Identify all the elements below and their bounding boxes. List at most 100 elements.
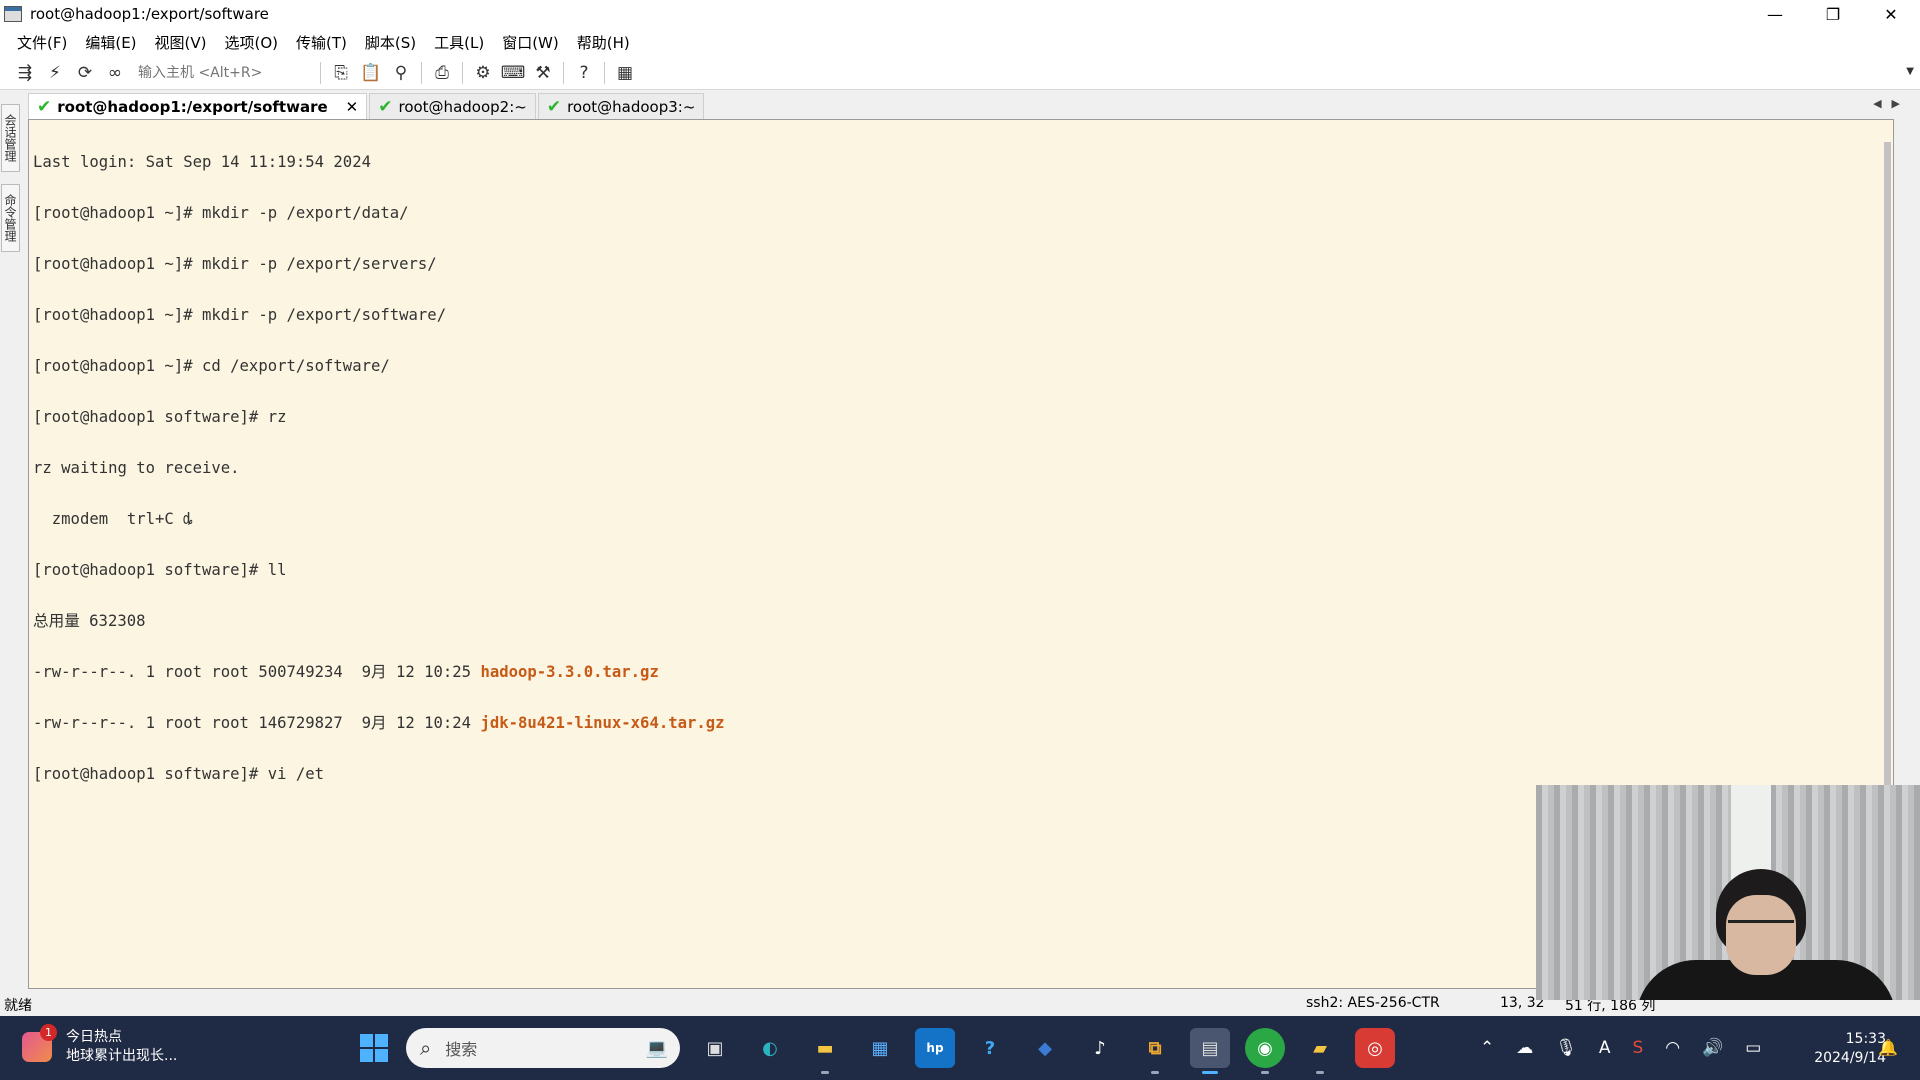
search-label: 搜索 bbox=[445, 1040, 478, 1059]
window-title: root@hadoop1:/export/software bbox=[30, 5, 269, 23]
notification-badge: 1 bbox=[40, 1024, 57, 1041]
webcam-overlay bbox=[1536, 785, 1920, 1000]
news-subtitle: 地球累计出现长... bbox=[66, 1048, 178, 1064]
quick-connect-icon[interactable]: ⚡ bbox=[43, 61, 67, 85]
session-manager-tab[interactable]: 会话管理 bbox=[1, 104, 20, 172]
wifi-icon[interactable]: ◠ bbox=[1665, 1038, 1680, 1058]
file-listing-row: -rw-r--r--. 1 root root 500749234 9月 12 … bbox=[33, 664, 1893, 681]
news-title: 今日热点 bbox=[66, 1029, 122, 1045]
menu-options[interactable]: 选项(O) bbox=[216, 32, 288, 53]
tab-label: root@hadoop3:~ bbox=[567, 97, 696, 116]
ime-icon[interactable]: A bbox=[1599, 1038, 1611, 1058]
settings-icon[interactable]: ⚙ bbox=[471, 61, 495, 85]
securecrt-icon[interactable]: ▤ bbox=[1190, 1028, 1230, 1074]
toolbar-divider bbox=[320, 61, 321, 84]
paste-icon[interactable]: 📋 bbox=[359, 61, 383, 85]
terminal-prompt-line: [root@hadoop1 software]# vi /et bbox=[33, 765, 325, 783]
menu-tools[interactable]: 工具(L) bbox=[425, 32, 493, 53]
taskbar-apps: ▣ ◐ ▬ ▦ hp ? ◆ ♪ ⧉ ▤ ◉ ▰ ◎ bbox=[695, 1028, 1410, 1074]
terminal-output: Last login: Sat Sep 14 11:19:54 2024 [ro… bbox=[29, 120, 1893, 817]
terminal-line: zmodem trl+C ȡ bbox=[33, 510, 193, 528]
news-text: 今日热点 地球累计出现长... bbox=[66, 1028, 177, 1066]
tab-scroll-arrows[interactable]: ◀▶ bbox=[1873, 97, 1910, 110]
menu-script[interactable]: 脚本(S) bbox=[356, 32, 425, 53]
file-meta: -rw-r--r--. 1 root root 146729827 9月 12 … bbox=[33, 714, 481, 732]
close-icon[interactable]: ✕ bbox=[346, 98, 359, 116]
tab-hadoop3[interactable]: ✔ root@hadoop3:~ bbox=[537, 93, 705, 119]
minimize-button[interactable]: — bbox=[1746, 0, 1804, 28]
status-ready: 就绪 bbox=[4, 998, 32, 1014]
clock-date: 2024/9/14 bbox=[1814, 1050, 1886, 1066]
map-icon[interactable]: ▦ bbox=[613, 61, 637, 85]
chevron-up-icon[interactable]: ⌃ bbox=[1480, 1038, 1494, 1058]
session-tabs: ✔ root@hadoop1:/export/software ✕ ✔ root… bbox=[28, 92, 1920, 119]
clock-time: 15:33 bbox=[1845, 1031, 1886, 1047]
app-icon bbox=[4, 6, 22, 22]
close-button[interactable]: ✕ bbox=[1862, 0, 1920, 28]
help-app-icon[interactable]: ? bbox=[970, 1028, 1010, 1068]
chrome-icon[interactable]: ◎ bbox=[1355, 1028, 1395, 1068]
edge-icon[interactable]: ◐ bbox=[750, 1028, 790, 1068]
copy-icon[interactable]: ⎘ bbox=[329, 61, 353, 85]
tab-hadoop1[interactable]: ✔ root@hadoop1:/export/software ✕ bbox=[28, 93, 368, 119]
tool-icon[interactable]: ⚒ bbox=[531, 61, 555, 85]
terminal-line: 总用量 632308 bbox=[33, 612, 146, 630]
print-icon[interactable]: ⎙ bbox=[430, 61, 454, 85]
find-icon[interactable]: ⚲ bbox=[389, 61, 413, 85]
toolbar-divider bbox=[563, 61, 564, 84]
terminal-line: [root@hadoop1 ~]# mkdir -p /export/data/ bbox=[33, 204, 409, 222]
file-meta: -rw-r--r--. 1 root root 500749234 9月 12 … bbox=[33, 663, 481, 681]
title-bar: root@hadoop1:/export/software — ❐ ✕ bbox=[0, 0, 1920, 28]
volume-icon[interactable]: 🔊 bbox=[1702, 1038, 1723, 1058]
menu-help[interactable]: 帮助(H) bbox=[568, 32, 639, 53]
menu-transfer[interactable]: 传输(T) bbox=[287, 32, 356, 53]
menu-edit[interactable]: 编辑(E) bbox=[76, 32, 145, 53]
news-icon: 1 bbox=[22, 1024, 57, 1062]
chevron-down-icon[interactable]: ▼ bbox=[1906, 66, 1914, 77]
notification-bell-icon[interactable]: 🔔 bbox=[1878, 1038, 1898, 1057]
tiktok-icon[interactable]: ♪ bbox=[1080, 1028, 1120, 1068]
file-listing-row: -rw-r--r--. 1 root root 146729827 9月 12 … bbox=[33, 715, 1893, 732]
host-input[interactable] bbox=[136, 60, 315, 85]
folder-icon[interactable]: ▰ bbox=[1300, 1028, 1340, 1074]
taskbar-search[interactable]: ⌕ 搜索 💻 bbox=[406, 1028, 680, 1068]
terminal-line: [root@hadoop1 ~]# mkdir -p /export/softw… bbox=[33, 306, 447, 324]
terminal-line: Last login: Sat Sep 14 11:19:54 2024 bbox=[33, 153, 371, 171]
help-icon[interactable]: ? bbox=[572, 61, 596, 85]
menu-bar: 文件(F) 编辑(E) 视图(V) 选项(O) 传输(T) 脚本(S) 工具(L… bbox=[0, 28, 1920, 56]
store-icon[interactable]: ▦ bbox=[860, 1028, 900, 1068]
toolbar: ⇶ ⚡ ⟳ ∞ ⎘ 📋 ⚲ ⎙ ⚙ ⌨ ⚒ ? ▦ ▼ bbox=[0, 56, 1920, 90]
explorer-icon[interactable]: ▬ bbox=[805, 1028, 845, 1074]
myhp-icon[interactable]: hp bbox=[915, 1028, 955, 1068]
sogou-icon[interactable]: S bbox=[1632, 1038, 1643, 1058]
reconnect-icon[interactable]: ⟳ bbox=[73, 61, 97, 85]
tab-label: root@hadoop1:/export/software bbox=[57, 97, 328, 116]
search-highlight-icon: 💻 bbox=[645, 1038, 668, 1059]
battery-icon[interactable]: ▭ bbox=[1745, 1038, 1761, 1058]
files-icon[interactable]: ▣ bbox=[695, 1028, 735, 1068]
vm-icon[interactable]: ⧉ bbox=[1135, 1028, 1175, 1074]
menu-window[interactable]: 窗口(W) bbox=[493, 32, 568, 53]
mic-icon[interactable]: 🎙 bbox=[1555, 1038, 1577, 1058]
tab-hadoop2[interactable]: ✔ root@hadoop2:~ bbox=[369, 93, 536, 119]
command-manager-tab[interactable]: 命令管理 bbox=[1, 184, 20, 252]
check-icon: ✔ bbox=[37, 96, 52, 117]
keymap-icon[interactable]: ⌨ bbox=[501, 61, 526, 85]
menu-file[interactable]: 文件(F) bbox=[8, 32, 76, 53]
restore-button[interactable]: ❐ bbox=[1804, 0, 1862, 28]
cloud-icon[interactable]: ☁ bbox=[1516, 1038, 1533, 1058]
toolbar-divider bbox=[421, 61, 422, 84]
menu-view[interactable]: 视图(V) bbox=[146, 32, 216, 53]
azure-icon[interactable]: ◆ bbox=[1025, 1028, 1065, 1068]
connect-icon[interactable]: ⇶ bbox=[13, 61, 37, 85]
windows-start-icon[interactable] bbox=[360, 1034, 388, 1062]
link-icon[interactable]: ∞ bbox=[103, 61, 127, 85]
toolbar-divider bbox=[604, 61, 605, 84]
wechat-icon[interactable]: ◉ bbox=[1245, 1028, 1285, 1074]
person-glasses bbox=[1728, 920, 1794, 945]
check-icon: ✔ bbox=[546, 96, 562, 117]
terminal-line: rz waiting to receive. bbox=[33, 459, 240, 477]
clock[interactable]: 15:33 2024/9/14 bbox=[1798, 1030, 1886, 1068]
system-tray: ⌃ ☁ 🎙 A S ◠ 🔊 ▭ bbox=[1480, 1038, 1783, 1058]
news-widget[interactable]: 1 今日热点 地球累计出现长... bbox=[22, 1024, 177, 1066]
